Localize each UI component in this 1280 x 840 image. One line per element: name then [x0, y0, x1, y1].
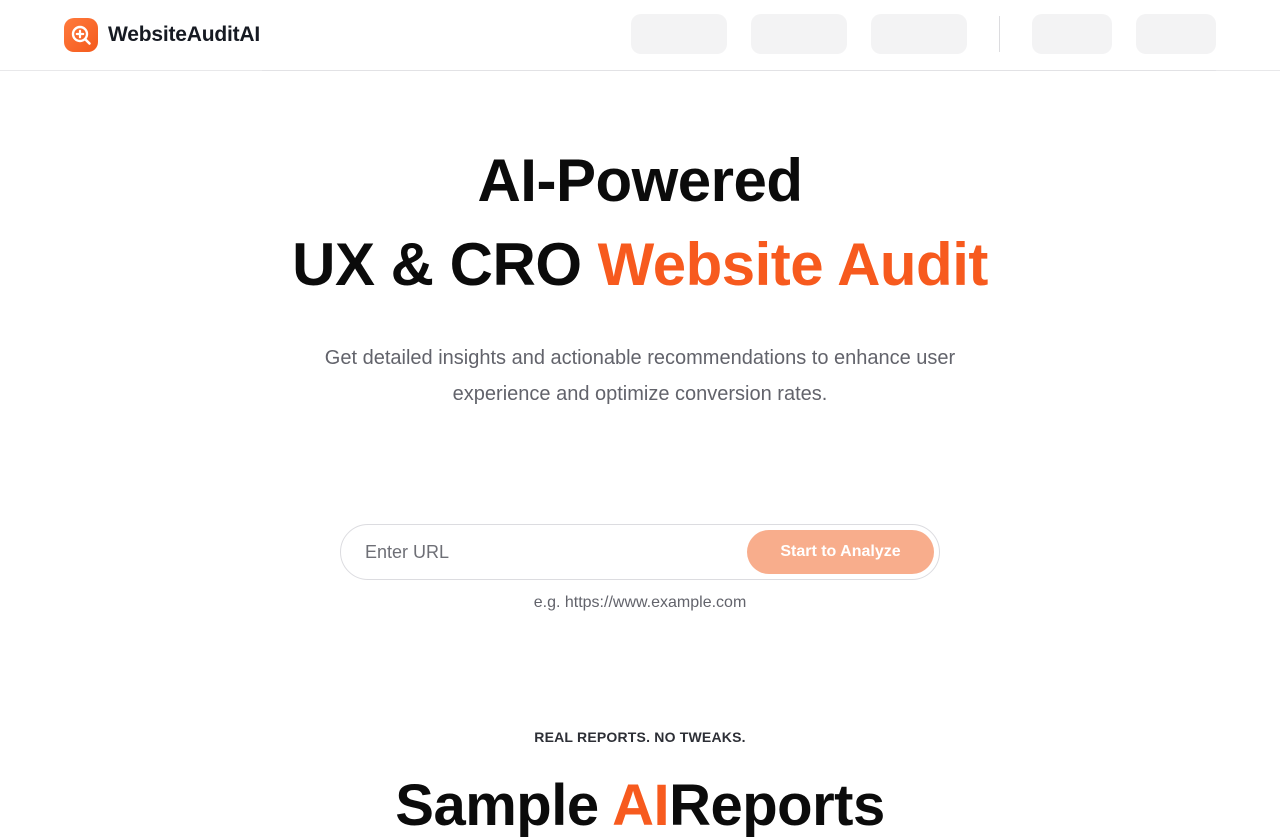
- samples-title: Sample AIReports: [0, 772, 1280, 840]
- url-input[interactable]: [365, 533, 745, 571]
- nav-action-placeholder-2[interactable]: [1136, 14, 1216, 54]
- site-header: WebsiteAuditAI: [0, 0, 1280, 71]
- samples-title-plain-end: Reports: [669, 773, 885, 838]
- hero-title-line-1: AI-Powered: [477, 147, 803, 214]
- start-analyze-button[interactable]: Start to Analyze: [747, 530, 934, 574]
- hero-title-accent: Website Audit: [597, 231, 989, 298]
- nav-item-placeholder-3[interactable]: [871, 14, 967, 54]
- hero-title-line-2: UX & CRO Website Audit: [0, 230, 1280, 300]
- nav-item-placeholder-2[interactable]: [751, 14, 847, 54]
- url-example-hint: e.g. https://www.example.com: [533, 594, 747, 611]
- nav-action-placeholder-1[interactable]: [1032, 14, 1112, 54]
- samples-title-plain-start: Sample: [395, 773, 599, 838]
- brand-logo-link[interactable]: WebsiteAuditAI: [64, 18, 260, 52]
- hero-subtitle: Get detailed insights and actionable rec…: [324, 347, 956, 405]
- brand-name: WebsiteAuditAI: [108, 23, 260, 46]
- nav-item-placeholder-1[interactable]: [631, 14, 727, 54]
- magnify-plus-icon: [64, 18, 98, 52]
- samples-eyebrow: REAL REPORTS. NO TWEAKS.: [534, 729, 746, 745]
- nav-divider: [999, 16, 1000, 52]
- samples-title-accent: AI: [612, 773, 670, 838]
- url-analyze-form: Start to Analyze: [340, 524, 940, 580]
- header-underline: [262, 70, 1216, 71]
- hero-title-plain: UX & CRO: [292, 231, 582, 298]
